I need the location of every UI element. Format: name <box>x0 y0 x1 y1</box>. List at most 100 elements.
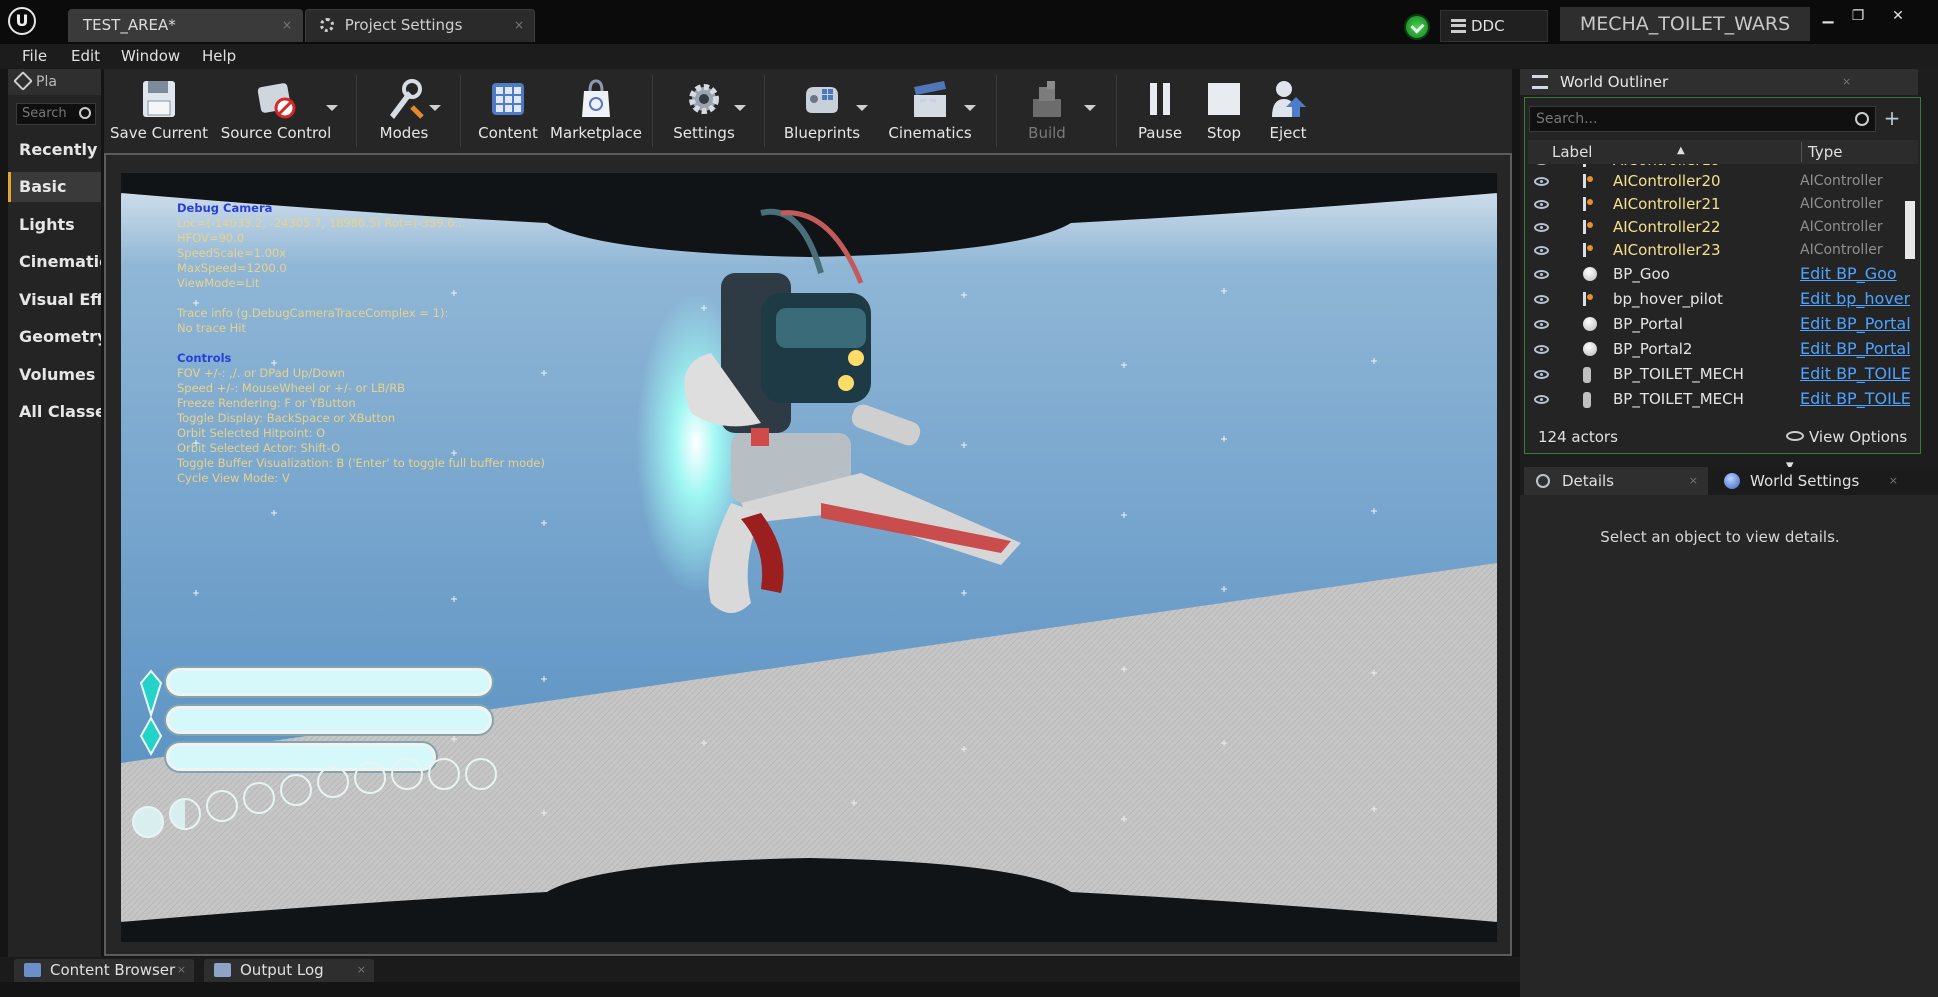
visibility-eye-icon[interactable] <box>1534 177 1549 186</box>
close-icon[interactable]: × <box>1689 467 1698 495</box>
tab-output-log[interactable]: Output Log × <box>204 959 374 982</box>
tab-test-area[interactable]: TEST_AREA* × <box>68 9 303 42</box>
save-current-button[interactable]: Save Current <box>104 69 214 153</box>
search-icon <box>79 107 91 119</box>
blueprints-dropdown-icon[interactable] <box>856 105 868 111</box>
stop-button[interactable]: Stop <box>1192 69 1256 153</box>
tab-content-browser[interactable]: Content Browser × <box>14 959 194 982</box>
visibility-eye-icon[interactable] <box>1534 200 1549 209</box>
visibility-eye-icon[interactable] <box>1534 270 1549 279</box>
modes-icon <box>390 79 424 119</box>
modes-button[interactable]: Modes <box>362 69 446 153</box>
list-item[interactable]: AIController21 AIController <box>1528 192 1910 216</box>
category-visual-effects[interactable]: Visual Effects <box>8 285 101 315</box>
column-label[interactable]: Label <box>1552 140 1592 164</box>
edit-blueprint-link[interactable]: Edit BP_TOILET_MECH <box>1800 362 1910 386</box>
unreal-logo-icon[interactable]: U <box>8 7 36 35</box>
list-item[interactable]: AIController22 AIController <box>1528 215 1910 239</box>
settings-button[interactable]: Settings <box>660 69 748 153</box>
pause-button[interactable]: Pause <box>1124 69 1196 153</box>
visibility-eye-icon[interactable] <box>1534 320 1549 329</box>
close-icon[interactable]: × <box>357 959 366 981</box>
debug-line: Toggle Display: BackSpace or XButton <box>177 411 396 425</box>
category-all-classes[interactable]: All Classes <box>8 397 101 427</box>
menu-help[interactable]: Help <box>202 47 236 65</box>
list-item[interactable]: BP_TOILET_MECH Edit BP_TOILET_MECH <box>1528 362 1910 386</box>
visibility-eye-icon[interactable] <box>1534 164 1549 165</box>
list-item[interactable]: BP_TOILET_MECH Edit BP_TOILET_MECH <box>1528 387 1910 411</box>
minimize-button[interactable]: ▁ <box>1814 6 1842 26</box>
column-divider[interactable] <box>1801 142 1802 162</box>
build-button[interactable]: Build <box>1002 69 1092 153</box>
menu-file[interactable]: File <box>22 47 47 65</box>
build-dropdown-icon[interactable] <box>1084 105 1096 111</box>
tab-world-settings[interactable]: World Settings × <box>1712 467 1908 495</box>
modes-search-input[interactable]: Search <box>16 103 96 125</box>
close-icon[interactable]: × <box>514 10 524 41</box>
outliner-scrollbar[interactable] <box>1905 201 1915 259</box>
list-item[interactable]: bp_hover_pilot Edit bp_hover_pilot <box>1528 287 1910 311</box>
toolbar-separator <box>460 75 461 147</box>
ddc-button[interactable]: DDC <box>1440 10 1548 42</box>
shield-bar <box>166 706 492 734</box>
close-icon[interactable]: × <box>1889 467 1898 495</box>
category-cinematic[interactable]: Cinematic <box>8 247 101 277</box>
cinematics-dropdown-icon[interactable] <box>964 105 976 111</box>
build-label: Build <box>1028 124 1066 142</box>
settings-dropdown-icon[interactable] <box>734 105 746 111</box>
column-type[interactable]: Type <box>1808 140 1842 164</box>
modes-panel-tab[interactable]: Pla <box>8 69 101 95</box>
category-recently-placed[interactable]: Recently Placed <box>8 135 101 165</box>
list-item[interactable]: AIController23 AIController <box>1528 238 1910 262</box>
modes-dropdown-icon[interactable] <box>429 105 441 111</box>
ddc-icon <box>1451 19 1466 33</box>
world-outliner-tab[interactable]: World Outliner × <box>1520 69 1918 95</box>
marketplace-button[interactable]: Marketplace <box>546 69 646 153</box>
close-icon[interactable]: × <box>177 959 186 981</box>
menu-edit[interactable]: Edit <box>71 47 100 65</box>
visibility-eye-icon[interactable] <box>1534 370 1549 379</box>
pawn-actor-icon <box>1583 367 1591 383</box>
cinematics-button[interactable]: Cinematics <box>878 69 982 153</box>
visibility-eye-icon[interactable] <box>1534 295 1549 304</box>
category-basic[interactable]: Basic <box>8 172 101 202</box>
visibility-eye-icon[interactable] <box>1534 246 1549 255</box>
close-icon[interactable]: × <box>282 10 292 41</box>
edit-blueprint-link[interactable]: Edit BP_Goo <box>1800 262 1910 286</box>
blueprints-button[interactable]: Blueprints <box>772 69 872 153</box>
visibility-eye-icon[interactable] <box>1534 345 1549 354</box>
visibility-eye-icon[interactable] <box>1534 395 1549 404</box>
menu-window[interactable]: Window <box>121 47 180 65</box>
close-icon[interactable]: × <box>1842 69 1851 95</box>
maximize-button[interactable]: ❐ <box>1844 6 1872 26</box>
eject-button[interactable]: Eject <box>1256 69 1320 153</box>
category-lights[interactable]: Lights <box>8 210 101 240</box>
modes-panel: Pla Search Recently Placed Basic Lights … <box>8 69 101 957</box>
close-window-button[interactable]: ✕ <box>1884 6 1912 26</box>
category-geometry[interactable]: Geometry <box>8 322 101 352</box>
bottom-tab-bar: Content Browser × Output Log × <box>0 957 1520 982</box>
list-item[interactable]: BP_Portal2 Edit BP_Portal2 <box>1528 337 1910 361</box>
edit-blueprint-link[interactable]: Edit bp_hover_pilot <box>1800 287 1910 311</box>
content-button[interactable]: Content <box>466 69 550 153</box>
list-item[interactable]: AIController20 AIController <box>1528 169 1910 193</box>
source-control-status-icon[interactable] <box>1404 14 1430 40</box>
list-item[interactable]: BP_Portal Edit BP_Portal <box>1528 312 1910 336</box>
tab-details[interactable]: Details × <box>1524 467 1708 495</box>
source-control-icon <box>257 83 296 119</box>
visibility-eye-icon[interactable] <box>1534 223 1549 232</box>
tab-project-settings[interactable]: Project Settings × <box>305 9 535 42</box>
list-item[interactable]: BP_Goo Edit BP_Goo <box>1528 262 1910 286</box>
outliner-search-input[interactable]: Search... <box>1529 106 1876 132</box>
build-icon <box>1033 81 1061 117</box>
edit-blueprint-link[interactable]: Edit BP_Portal2 <box>1800 337 1910 361</box>
source-control-dropdown-icon[interactable] <box>326 105 338 111</box>
debug-line: Toggle Buffer Visualization: B ('Enter' … <box>177 456 545 470</box>
category-volumes[interactable]: Volumes <box>8 360 101 390</box>
source-control-button[interactable]: Source Control <box>212 69 340 153</box>
edit-blueprint-link[interactable]: Edit BP_Portal <box>1800 312 1910 336</box>
add-folder-button[interactable]: + <box>1880 107 1904 131</box>
eye-icon <box>1786 431 1804 441</box>
edit-blueprint-link[interactable]: Edit BP_TOILET_MECH <box>1800 387 1910 411</box>
outliner-footer: 124 actors View Options ▾ <box>1528 423 1918 474</box>
